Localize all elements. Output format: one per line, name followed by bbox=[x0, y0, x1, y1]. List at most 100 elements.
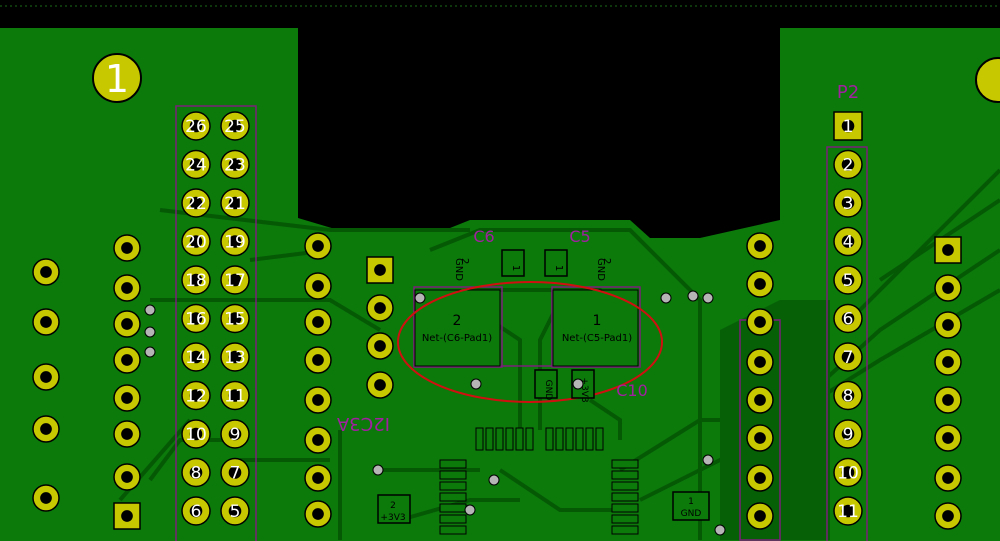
ic-pin-top[interactable] bbox=[485, 427, 494, 451]
tht-pad-5-4[interactable] bbox=[934, 424, 962, 452]
pcb-canvas[interactable]: 1 P2 1 2 3 4 5 6 7 8 9 10 11 26 25 24 23 22 21 20 19 18 17 1… bbox=[0, 0, 1000, 541]
header-pin-20[interactable]: 20 bbox=[181, 226, 211, 257]
ic-pin-left[interactable] bbox=[439, 492, 467, 502]
tht-pad-2-5[interactable] bbox=[304, 426, 332, 454]
header-pin-14[interactable]: 14 bbox=[181, 342, 211, 372]
header-pin-8[interactable]: 8 bbox=[181, 457, 211, 488]
ic-pin-right[interactable] bbox=[611, 459, 639, 469]
ic-pin-top[interactable] bbox=[555, 427, 564, 451]
tht-pad-0-3[interactable] bbox=[32, 415, 60, 443]
p2-pin-2[interactable]: 2 bbox=[833, 149, 863, 180]
header-pin-15[interactable]: 15 bbox=[220, 303, 250, 334]
ic-pin-right[interactable] bbox=[611, 503, 639, 513]
ic-pin-top[interactable] bbox=[505, 427, 514, 451]
ic-pin-top[interactable] bbox=[515, 427, 524, 451]
pad-gnd-bottom[interactable]: 1 GND bbox=[672, 491, 710, 521]
ic-pin-top[interactable] bbox=[475, 427, 484, 451]
header-pin-26[interactable]: 26 bbox=[181, 111, 211, 141]
tht-pad-2-6[interactable] bbox=[304, 464, 332, 492]
tht-pad-2-3[interactable] bbox=[304, 346, 332, 374]
header-pin-10[interactable]: 10 bbox=[181, 419, 211, 449]
tht-pad-2-4[interactable] bbox=[304, 386, 332, 414]
tht-pad-5-3[interactable] bbox=[934, 386, 962, 414]
tht-pad-1-5[interactable] bbox=[113, 420, 141, 448]
ic-pin-top[interactable] bbox=[575, 427, 584, 451]
header-pin-24[interactable]: 24 bbox=[181, 149, 211, 180]
tht-pad-sq-2[interactable] bbox=[934, 236, 962, 264]
p2-pin-1[interactable]: 1 bbox=[833, 111, 863, 141]
header-pin-5[interactable]: 5 bbox=[220, 496, 250, 526]
tht-pad-4-6[interactable] bbox=[746, 464, 774, 492]
header-pin-11[interactable]: 11 bbox=[220, 380, 250, 411]
tht-pad-2-2[interactable] bbox=[304, 308, 332, 336]
ic-pin-left[interactable] bbox=[439, 514, 467, 524]
tht-pad-1-2[interactable] bbox=[113, 310, 141, 338]
p2-pin-9[interactable]: 9 bbox=[833, 419, 863, 449]
p2-pin-11[interactable]: 11 bbox=[833, 496, 863, 526]
tht-pad-4-5[interactable] bbox=[746, 424, 774, 452]
header-pin-13[interactable]: 13 bbox=[220, 342, 250, 372]
tht-pad-2-0[interactable] bbox=[304, 232, 332, 260]
pcb-view[interactable]: 1 P2 1234567891011 26 2524 2322 2120 1918 171… bbox=[0, 0, 1000, 541]
ic-pin-top[interactable] bbox=[565, 427, 574, 451]
ic-pin-left[interactable] bbox=[439, 459, 467, 469]
tht-pad-5-5[interactable] bbox=[934, 464, 962, 492]
ic-pin-top[interactable] bbox=[545, 427, 554, 451]
c5-pad-1[interactable] bbox=[544, 249, 568, 277]
header-pin-19[interactable]: 19 bbox=[220, 226, 250, 257]
tht-pad-1-0[interactable] bbox=[113, 234, 141, 262]
header-pin-22[interactable]: 22 bbox=[181, 188, 211, 218]
ic-pin-left[interactable] bbox=[439, 525, 467, 535]
p2-pin-5[interactable]: 5 bbox=[833, 265, 863, 295]
tht-pad-0-2[interactable] bbox=[32, 363, 60, 391]
tht-pad-4-1[interactable] bbox=[746, 270, 774, 298]
ic-pin-left[interactable] bbox=[439, 503, 467, 513]
tht-pad-4-4[interactable] bbox=[746, 386, 774, 414]
p2-pin-6[interactable]: 6 bbox=[833, 303, 863, 334]
tht-pad-3-1[interactable] bbox=[366, 332, 394, 360]
p2-pin-4[interactable]: 4 bbox=[833, 226, 863, 257]
header-pin-21[interactable]: 21 bbox=[220, 188, 250, 218]
tht-pad-0-1[interactable] bbox=[32, 308, 60, 336]
tht-pad-1-4[interactable] bbox=[113, 384, 141, 412]
header-pin-17[interactable]: 17 bbox=[220, 265, 250, 295]
ic-pin-top[interactable] bbox=[595, 427, 604, 451]
tht-pad-3-2[interactable] bbox=[366, 371, 394, 399]
ic-pin-right[interactable] bbox=[611, 492, 639, 502]
tht-pad-0-4[interactable] bbox=[32, 484, 60, 512]
ic-pin-top[interactable] bbox=[495, 427, 504, 451]
tht-pad-1-6[interactable] bbox=[113, 463, 141, 491]
header-pin-12[interactable]: 12 bbox=[181, 380, 211, 411]
tht-pad-4-3[interactable] bbox=[746, 348, 774, 376]
header-pin-7[interactable]: 7 bbox=[220, 457, 250, 488]
tht-pad-4-2[interactable] bbox=[746, 308, 774, 336]
tht-pad-sq-3[interactable] bbox=[113, 502, 141, 530]
p2-pin-8[interactable]: 8 bbox=[833, 380, 863, 411]
header-pin-9[interactable]: 9 bbox=[220, 419, 250, 449]
c6-pad-1[interactable] bbox=[501, 249, 525, 277]
ic-pin-left[interactable] bbox=[439, 481, 467, 491]
ic-pin-right[interactable] bbox=[611, 514, 639, 524]
tht-pad-1-1[interactable] bbox=[113, 274, 141, 302]
mounting-hole[interactable]: 1 bbox=[92, 53, 142, 103]
header-pin-6[interactable]: 6 bbox=[181, 496, 211, 526]
ic-pin-right[interactable] bbox=[611, 525, 639, 535]
tht-pad-sq-1[interactable] bbox=[366, 256, 394, 284]
tht-pad-2-1[interactable] bbox=[304, 272, 332, 300]
tht-pad-4-7[interactable] bbox=[746, 502, 774, 530]
tht-pad-5-1[interactable] bbox=[934, 311, 962, 339]
ic-pin-top[interactable] bbox=[585, 427, 594, 451]
ic-pin-right[interactable] bbox=[611, 481, 639, 491]
p2-pin-10[interactable]: 10 bbox=[833, 457, 863, 488]
ic-pin-top[interactable] bbox=[525, 427, 534, 451]
tht-pad-5-6[interactable] bbox=[934, 502, 962, 530]
tht-pad-0-0[interactable] bbox=[32, 258, 60, 286]
tht-pad-3-0[interactable] bbox=[366, 294, 394, 322]
header-pin-23[interactable]: 23 bbox=[220, 149, 250, 180]
ic-pin-left[interactable] bbox=[439, 470, 467, 480]
pad-3v3-bottom[interactable]: 2 +3V3 bbox=[377, 494, 411, 524]
tht-pad-1-3[interactable] bbox=[113, 346, 141, 374]
header-pin-25[interactable]: 25 bbox=[220, 111, 250, 141]
ic-pin-right[interactable] bbox=[611, 470, 639, 480]
header-pin-16[interactable]: 16 bbox=[181, 303, 211, 334]
